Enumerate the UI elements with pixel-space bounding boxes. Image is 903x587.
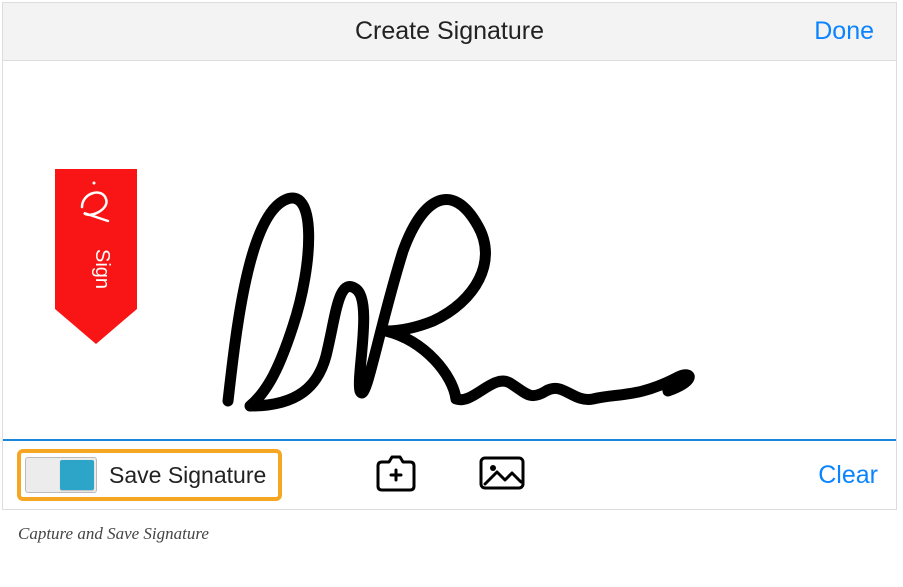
- signature-dialog: Create Signature Done Sign Save Signatur…: [2, 2, 897, 510]
- dialog-header: Create Signature Done: [3, 3, 896, 61]
- done-button[interactable]: Done: [814, 17, 874, 46]
- signature-canvas[interactable]: Sign: [3, 61, 896, 441]
- image-icon[interactable]: [477, 454, 527, 497]
- sign-here-bookmark: Sign: [55, 169, 137, 349]
- clear-button[interactable]: Clear: [818, 461, 878, 490]
- save-signature-highlight: Save Signature: [17, 449, 282, 501]
- signature-toolbar: Save Signature Clear: [3, 441, 896, 509]
- toggle-knob: [60, 460, 94, 490]
- save-signature-toggle[interactable]: [25, 457, 97, 493]
- svg-text:Sign: Sign: [91, 249, 113, 289]
- save-signature-label: Save Signature: [109, 462, 266, 489]
- image-source-icons: [373, 454, 527, 497]
- camera-icon[interactable]: [373, 454, 419, 497]
- drawn-signature: [198, 181, 728, 441]
- dialog-title: Create Signature: [355, 17, 544, 46]
- figure-caption: Capture and Save Signature: [18, 524, 903, 544]
